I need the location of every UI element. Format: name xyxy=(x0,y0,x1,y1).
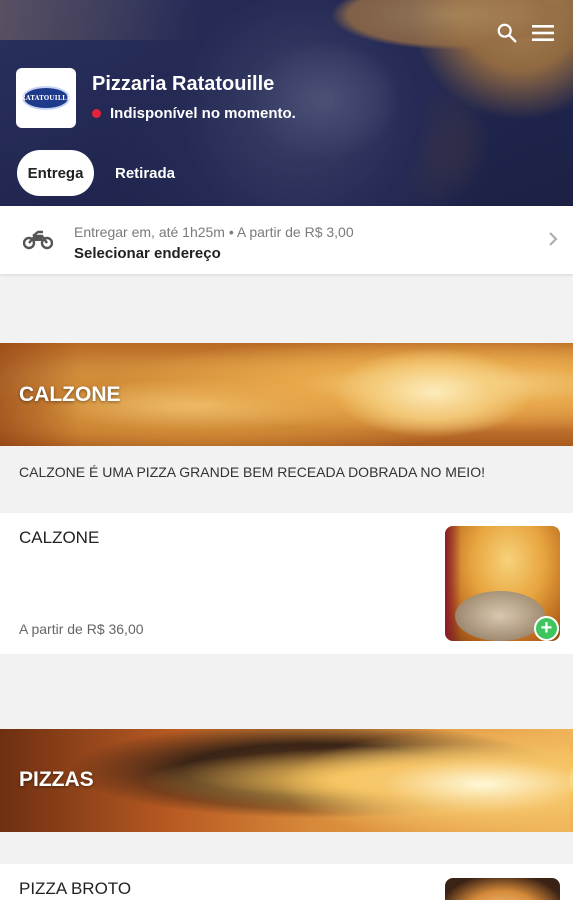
category-title: PIZZAS xyxy=(19,768,94,791)
product-image xyxy=(445,878,560,900)
product-name: CALZONE xyxy=(19,528,100,547)
category-title: CALZONE xyxy=(19,383,121,406)
add-button[interactable]: + xyxy=(534,616,559,641)
select-address-label: Selecionar endereço xyxy=(74,245,221,262)
status-text: Indisponível no momento. xyxy=(110,105,296,122)
store-status: Indisponível no momento. xyxy=(92,105,296,122)
delivery-info: Entregar em, até 1h25m • A partir de R$ … xyxy=(74,224,354,240)
image-detail xyxy=(455,591,545,641)
search-icon[interactable] xyxy=(494,20,520,46)
chevron-right-icon xyxy=(548,231,558,252)
store-logo: RATATOUILLE xyxy=(16,68,76,128)
product-card[interactable]: PIZZA BROTO xyxy=(0,864,573,900)
banner-image xyxy=(280,729,570,832)
delivery-address-row[interactable]: Entregar em, até 1h25m • A partir de R$ … xyxy=(0,206,573,274)
menu-icon[interactable] xyxy=(530,20,556,46)
tab-entrega[interactable]: Entrega xyxy=(17,150,94,196)
motorcycle-icon xyxy=(22,228,54,255)
logo-text: RATATOUILLE xyxy=(21,86,71,110)
store-name: Pizzaria Ratatouille xyxy=(92,73,275,95)
product-card[interactable]: CALZONE A partir de R$ 36,00 + xyxy=(0,513,573,654)
tab-retirada[interactable]: Retirada xyxy=(104,150,186,196)
product-price: A partir de R$ 36,00 xyxy=(19,621,144,637)
banner-image xyxy=(333,348,533,438)
status-dot xyxy=(92,109,101,118)
category-description-text: CALZONE É UMA PIZZA GRANDE BEM RECEADA D… xyxy=(19,464,485,480)
product-name: PIZZA BROTO xyxy=(19,879,132,898)
category-description: CALZONE É UMA PIZZA GRANDE BEM RECEADA D… xyxy=(0,446,573,498)
store-header: RATATOUILLE Pizzaria Ratatouille Indispo… xyxy=(0,0,573,206)
